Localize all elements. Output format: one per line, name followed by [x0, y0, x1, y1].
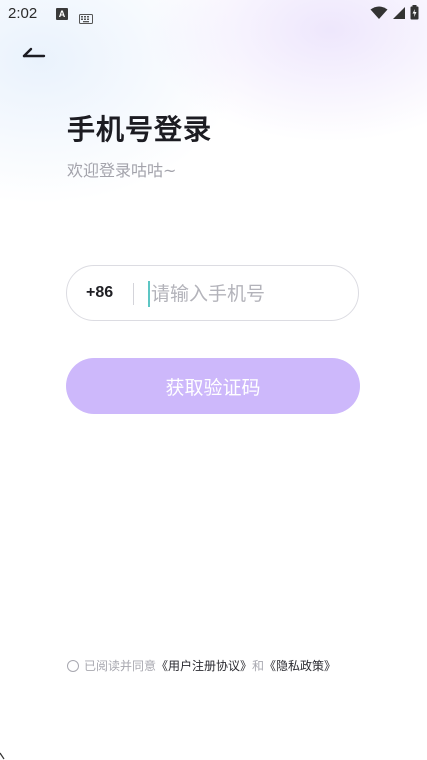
wifi-icon — [370, 5, 388, 24]
page-subtitle: 欢迎登录咕咕~ — [67, 161, 177, 180]
background-gradient — [0, 0, 427, 240]
phone-input-container[interactable]: +86 — [66, 265, 359, 321]
agreement-prefix: 已阅读并同意 — [84, 659, 157, 673]
battery-icon — [410, 5, 419, 24]
country-code-selector[interactable]: +86 — [86, 284, 113, 302]
notification-icon: A — [56, 8, 68, 20]
status-bar: 2:02 A — [0, 0, 427, 30]
get-verification-code-button[interactable]: 获取验证码 — [66, 358, 360, 414]
corner-mark — [0, 752, 5, 760]
agreement-checkbox[interactable] — [67, 659, 79, 672]
text-cursor — [148, 281, 150, 307]
input-divider — [133, 283, 134, 305]
cellular-signal-icon — [392, 5, 406, 24]
back-arrow-icon — [22, 47, 46, 58]
agreement-row: 已阅读并同意 《用户注册协议》 和 《隐私政策》 — [67, 657, 336, 674]
user-agreement-link[interactable]: 《用户注册协议》 — [156, 657, 252, 674]
back-button[interactable] — [18, 40, 48, 66]
status-indicators — [370, 5, 419, 24]
status-time: 2:02 — [8, 5, 38, 22]
keyboard-icon — [79, 9, 93, 28]
privacy-policy-link[interactable]: 《隐私政策》 — [264, 657, 336, 674]
agreement-conjunction: 和 — [252, 659, 265, 673]
phone-number-input[interactable] — [151, 277, 341, 311]
page-title: 手机号登录 — [67, 113, 213, 146]
